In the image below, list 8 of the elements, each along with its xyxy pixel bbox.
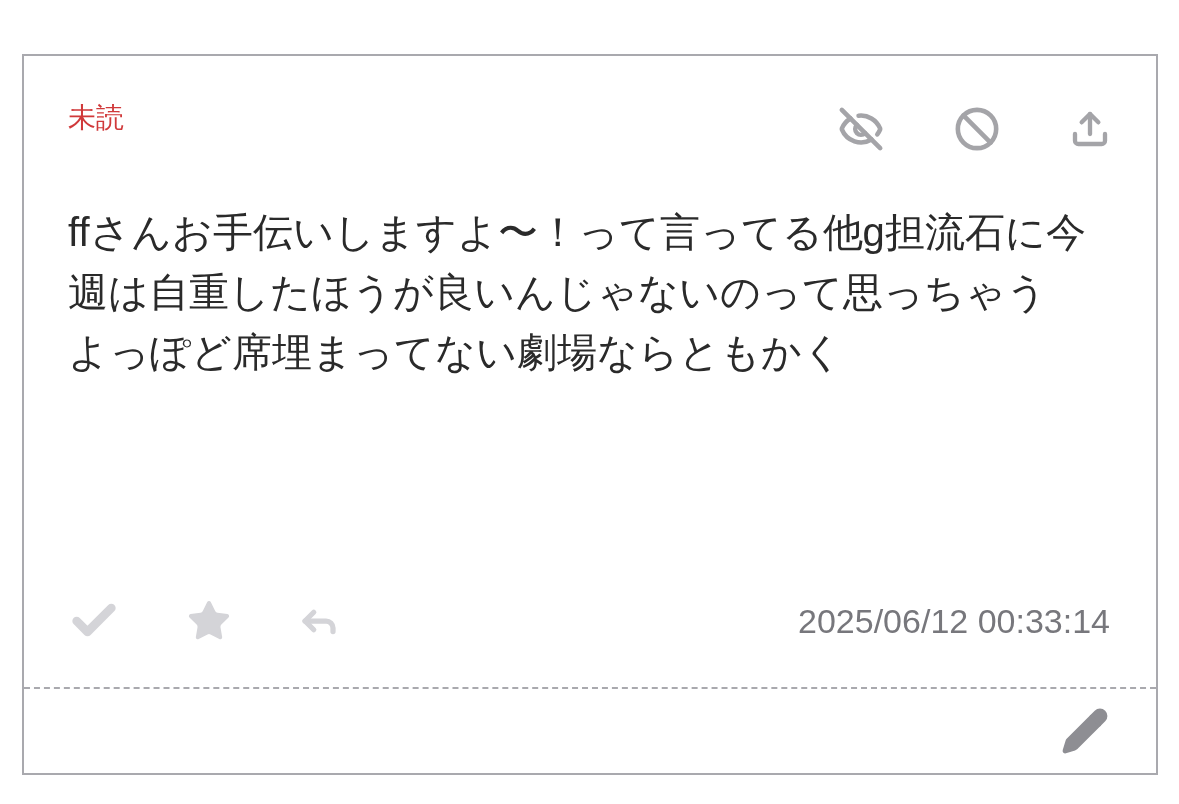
unread-label: 未読 <box>68 104 124 132</box>
block-icon[interactable] <box>954 106 1000 152</box>
message-text: よっぽど席埋まってない劇場ならともかく <box>68 329 844 376</box>
hide-icon[interactable] <box>838 106 884 152</box>
share-icon[interactable] <box>1070 109 1110 149</box>
edit-icon[interactable] <box>1060 706 1110 756</box>
timestamp: 2025/06/12 00:33:14 <box>798 600 1110 642</box>
message-text: ffさんお手伝いしますよ〜！って言ってる他g担流石に今週は自重したほうが良いんじゃないのって思っちゃう <box>68 209 1087 316</box>
